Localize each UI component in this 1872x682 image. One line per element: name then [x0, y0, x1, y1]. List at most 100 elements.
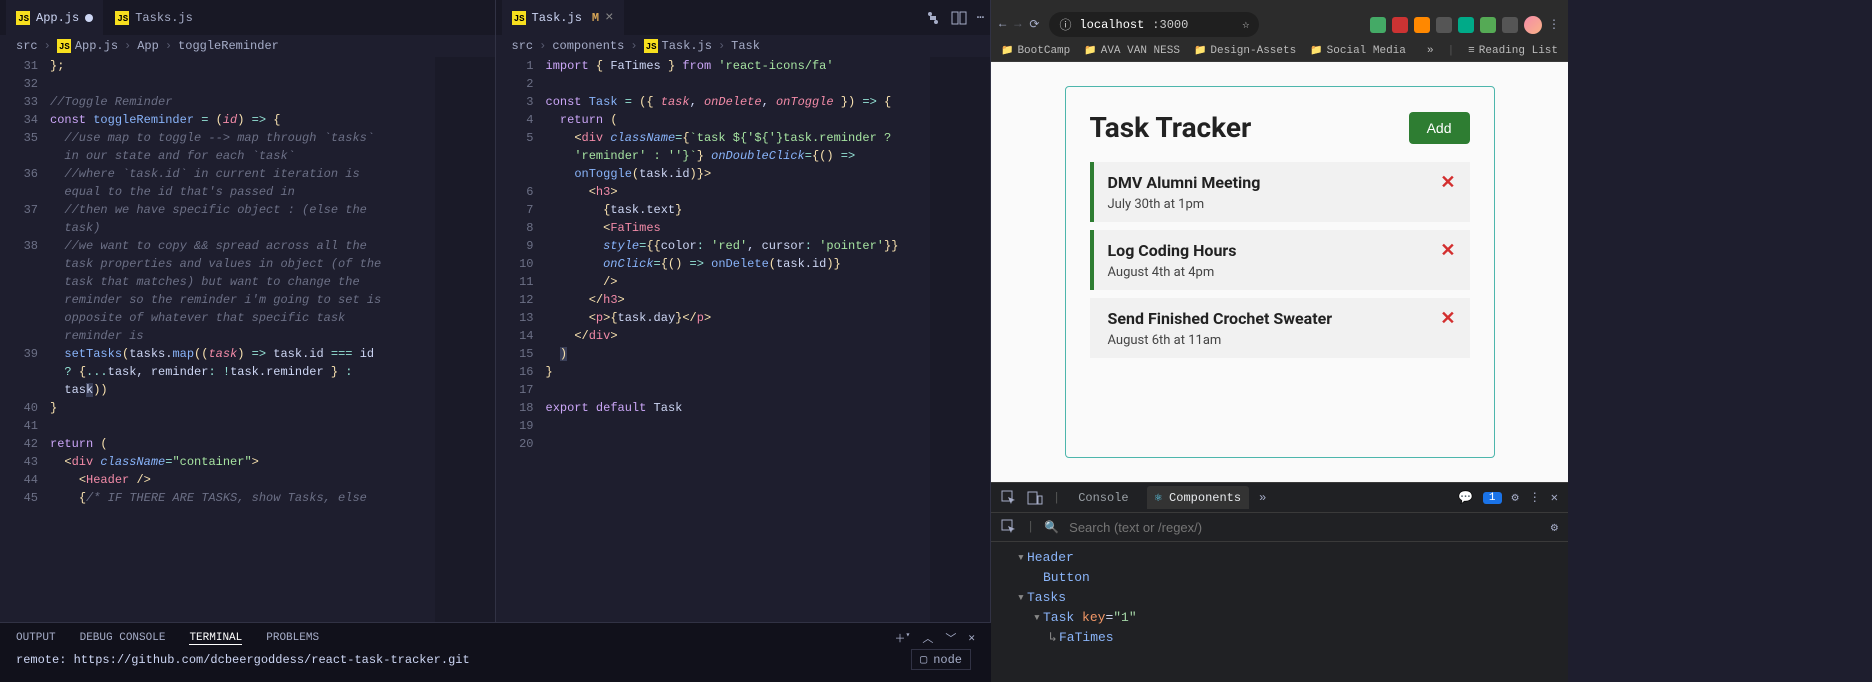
minimap[interactable] — [435, 57, 495, 622]
terminal-selector[interactable]: ▢ node — [911, 649, 971, 670]
editor-tab[interactable]: JSApp.js — [6, 0, 103, 35]
editor-tab[interactable]: JSTask.jsM× — [502, 0, 624, 35]
address-bar[interactable]: ⓘ localhost:3000 ☆ — [1049, 12, 1259, 37]
compare-changes-icon[interactable] — [925, 10, 941, 26]
more-actions-icon[interactable]: ⋯ — [977, 10, 984, 25]
breadcrumb-item[interactable]: src — [16, 39, 38, 53]
devtools-tabs: | Console⚛ Components» 💬 1 ⚙ ⋮ ✕ — [991, 483, 1568, 513]
code-content[interactable]: import { FaTimes } from 'react-icons/fa'… — [546, 57, 931, 622]
devtools-tab-components[interactable]: ⚛ Components — [1147, 486, 1249, 509]
code-area-left[interactable]: 313233343536373839404142434445 };//Toggl… — [0, 57, 495, 622]
js-file-icon: JS — [16, 11, 30, 25]
task-item[interactable]: DMV Alumni Meeting✕July 30th at 1pm — [1090, 162, 1470, 222]
close-devtools-icon[interactable]: ✕ — [1551, 490, 1558, 505]
task-item[interactable]: Send Finished Crochet Sweater✕August 6th… — [1090, 298, 1470, 358]
tree-node[interactable]: Button — [1001, 568, 1558, 588]
menu-icon[interactable]: ⋮ — [1548, 17, 1560, 32]
bottom-panel: OUTPUT DEBUG CONSOLE TERMINAL PROBLEMS ＋▾ ︿… — [0, 622, 991, 682]
bookmark-item[interactable]: BootCamp — [1001, 45, 1070, 57]
bookmark-item[interactable]: AVA VAN NESS — [1084, 45, 1180, 57]
editor-right: JSTask.jsM× ⋯ src›components›JSTask.js›T… — [496, 0, 992, 622]
panel-tab-problems[interactable]: PROBLEMS — [266, 632, 319, 644]
breadcrumb-item[interactable]: toggleReminder — [178, 39, 279, 53]
component-tree[interactable]: ▾HeaderButton▾Tasks▾Task key="1"↳FaTimes — [991, 542, 1568, 654]
task-day: August 4th at 4pm — [1108, 265, 1456, 280]
error-badge[interactable]: 1 — [1483, 492, 1502, 504]
breadcrumb-item[interactable]: JSApp.js — [57, 39, 118, 53]
chevron-up-icon[interactable]: ︿ — [922, 630, 933, 646]
extension-icon[interactable] — [1370, 17, 1386, 33]
settings-gear-icon[interactable]: ⚙ — [1512, 490, 1519, 505]
editor-split: JSApp.jsJSTasks.js src›JSApp.js›App›togg… — [0, 0, 991, 622]
task-day: July 30th at 1pm — [1108, 197, 1456, 212]
tree-node[interactable]: ▾Header — [1001, 548, 1558, 568]
back-icon[interactable]: ← — [999, 17, 1006, 32]
more-bookmarks[interactable]: » — [1427, 45, 1434, 57]
browser-navbar: ← → ⟳ ⓘ localhost:3000 ☆ ⋮ — [991, 8, 1568, 41]
add-button[interactable]: Add — [1409, 112, 1470, 144]
code-area-right[interactable]: 1234567891011121314151617181920 import {… — [496, 57, 991, 622]
more-icon[interactable]: ⋮ — [1529, 490, 1541, 505]
delete-task-icon[interactable]: ✕ — [1440, 172, 1455, 193]
puzzle-icon[interactable] — [1502, 17, 1518, 33]
dirty-indicator — [85, 14, 93, 22]
code-content[interactable]: };//Toggle Reminderconst toggleReminder … — [50, 57, 435, 622]
more-tabs-icon[interactable]: » — [1259, 491, 1266, 505]
panel-tab-terminal[interactable]: TERMINAL — [189, 632, 242, 645]
tree-node[interactable]: ▾Tasks — [1001, 588, 1558, 608]
search-icon: 🔍 — [1044, 520, 1059, 535]
delete-task-icon[interactable]: ✕ — [1440, 308, 1455, 329]
devtools-tab-console[interactable]: Console — [1070, 487, 1136, 509]
element-picker-icon[interactable] — [1001, 519, 1017, 535]
task-item[interactable]: Log Coding Hours✕August 4th at 4pm — [1090, 230, 1470, 290]
message-icon[interactable]: 💬 — [1458, 490, 1473, 505]
breadcrumb-item[interactable]: App — [137, 39, 159, 53]
task-tracker-card: Task Tracker Add DMV Alumni Meeting✕July… — [1065, 86, 1495, 458]
star-icon[interactable]: ☆ — [1242, 17, 1249, 32]
browser-tab-strip[interactable] — [991, 0, 1568, 8]
profile-avatar[interactable] — [1524, 16, 1542, 34]
terminal-output[interactable]: remote: https://github.com/dcbeergoddess… — [0, 653, 991, 667]
extension-icon[interactable] — [1436, 17, 1452, 33]
breadcrumb-item[interactable]: src — [512, 39, 534, 53]
reading-list[interactable]: ≡ Reading List — [1468, 45, 1558, 57]
site-info-icon[interactable]: ⓘ — [1059, 16, 1071, 33]
breadcrumbs-left[interactable]: src›JSApp.js›App›toggleReminder — [0, 35, 495, 57]
panel-tab-debug-console[interactable]: DEBUG CONSOLE — [80, 632, 166, 644]
device-toggle-icon[interactable] — [1027, 490, 1043, 506]
tree-node[interactable]: ↳FaTimes — [1001, 628, 1558, 648]
breadcrumb-item[interactable]: Task — [731, 39, 760, 53]
forward-icon[interactable]: → — [1014, 17, 1021, 32]
tree-node[interactable]: ▾Task key="1" — [1001, 608, 1558, 628]
panel-tab-output[interactable]: OUTPUT — [16, 632, 56, 644]
extension-icon[interactable] — [1480, 17, 1496, 33]
breadcrumb-item[interactable]: JSTask.js — [644, 39, 712, 53]
chevron-down-icon[interactable]: ﹀ — [945, 630, 956, 646]
terminal-icon: ▢ — [920, 652, 927, 667]
minimap[interactable] — [930, 57, 990, 622]
component-search-input[interactable] — [1069, 520, 1541, 535]
breadcrumb-item[interactable]: components — [552, 39, 624, 53]
tab-bar-left: JSApp.jsJSTasks.js — [0, 0, 495, 35]
js-file-icon: JS — [512, 11, 526, 25]
breadcrumbs-right[interactable]: src›components›JSTask.js›Task — [496, 35, 991, 57]
bookmark-item[interactable]: Design-Assets — [1194, 45, 1296, 57]
task-day: August 6th at 11am — [1108, 333, 1456, 348]
settings-gear-icon[interactable]: ⚙ — [1551, 520, 1558, 535]
vscode-window: JSApp.jsJSTasks.js src›JSApp.js›App›togg… — [0, 0, 991, 682]
split-editor-icon[interactable] — [951, 10, 967, 26]
extension-icon[interactable] — [1458, 17, 1474, 33]
js-file-icon: JS — [115, 11, 129, 25]
tasks-list: DMV Alumni Meeting✕July 30th at 1pmLog C… — [1090, 162, 1470, 358]
new-terminal-icon[interactable]: ＋▾ — [895, 630, 911, 646]
close-tab-icon[interactable]: × — [605, 10, 613, 26]
extension-icon[interactable] — [1414, 17, 1430, 33]
bookmark-item[interactable]: Social Media — [1310, 45, 1406, 57]
reload-icon[interactable]: ⟳ — [1029, 17, 1039, 32]
devtools-search-row: | 🔍 ⚙ — [991, 513, 1568, 542]
extension-icon[interactable] — [1392, 17, 1408, 33]
close-panel-icon[interactable]: ✕ — [968, 631, 975, 645]
inspect-icon[interactable] — [1001, 490, 1017, 506]
editor-tab[interactable]: JSTasks.js — [105, 0, 203, 35]
delete-task-icon[interactable]: ✕ — [1440, 240, 1455, 261]
